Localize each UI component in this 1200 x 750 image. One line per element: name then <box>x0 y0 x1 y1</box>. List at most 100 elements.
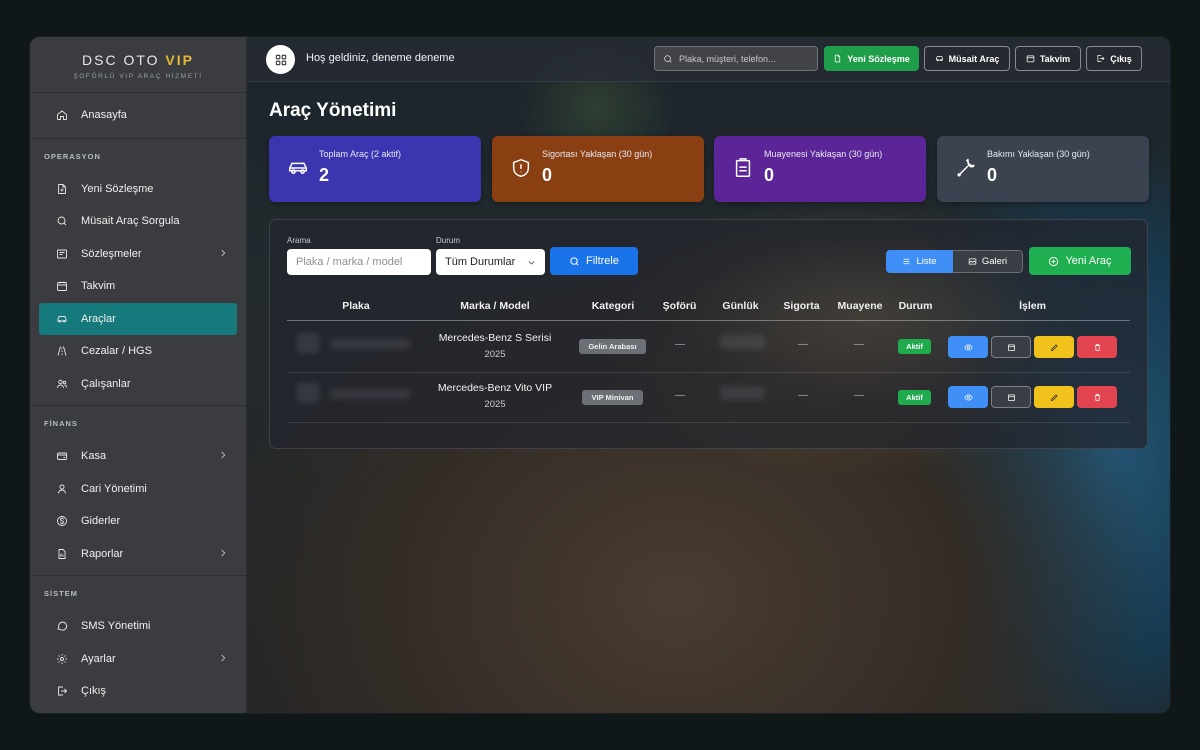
stat-value: 0 <box>987 165 998 185</box>
sidebar-item-sms[interactable]: SMS Yönetimi <box>39 610 237 643</box>
calendar-icon <box>56 280 68 292</box>
sidebar-item-employees[interactable]: Çalışanlar <box>39 368 237 401</box>
stat-card-inspection[interactable]: Muayenesi Yaklaşan (30 gün) 0 <box>714 136 926 202</box>
brand-title[interactable]: DSC OTO VIP <box>30 52 246 68</box>
column-header-model[interactable]: Marka / Model <box>430 300 560 312</box>
filter-button[interactable]: Filtrele <box>550 247 638 275</box>
grid-icon <box>275 54 286 65</box>
vehicle-panel: Arama Durum Tüm Durumlar Filtrele Liste … <box>269 219 1148 449</box>
calendar-button[interactable] <box>991 336 1031 358</box>
status-badge: Aktif <box>898 339 931 354</box>
category-badge: VIP Minivan <box>582 390 643 405</box>
eye-icon <box>963 343 973 351</box>
table-header-divider <box>287 320 1130 321</box>
brand-name: DSC OTO <box>82 52 160 68</box>
global-search[interactable] <box>654 46 818 71</box>
edit-button[interactable] <box>1034 336 1074 358</box>
column-header-actions[interactable]: İşlem <box>1005 300 1060 312</box>
page-title: Araç Yönetimi <box>269 100 397 121</box>
delete-button[interactable] <box>1077 386 1117 408</box>
search-icon <box>664 54 672 63</box>
vehicle-year: 2025 <box>484 349 506 360</box>
status-select[interactable]: Tüm Durumlar <box>436 249 545 275</box>
stat-card-total[interactable]: Toplam Araç (2 aktif) 2 <box>269 136 481 202</box>
stat-value: 0 <box>764 165 775 185</box>
global-search-input[interactable] <box>679 53 809 64</box>
file-plus-icon <box>56 183 68 195</box>
sidebar-item-label: Cari Yönetimi <box>81 482 147 495</box>
pencil-icon <box>1050 343 1058 351</box>
sidebar-item-home[interactable]: Anasayfa <box>39 99 237 132</box>
column-header-plate[interactable]: Plaka <box>326 300 386 312</box>
welcome-text: Hoş geldiniz, deneme deneme <box>306 52 455 64</box>
nav-section-finance: FİNANS Kasa Cari Yönetimi Giderler Rapor… <box>30 406 246 576</box>
available-vehicle-button[interactable]: Müsait Araç <box>924 46 1010 71</box>
sidebar-item-reports[interactable]: Raporlar <box>39 538 237 571</box>
calendar-button[interactable]: Takvim <box>1015 46 1081 71</box>
daily-rate-redacted <box>720 335 765 349</box>
sidebar-item-label: Takvim <box>81 280 116 293</box>
dollar-icon <box>56 515 68 527</box>
view-list-button[interactable]: Liste <box>886 250 953 273</box>
view-button[interactable] <box>948 336 988 358</box>
edit-button[interactable] <box>1034 386 1074 408</box>
daily-rate-redacted <box>720 386 765 400</box>
view-button[interactable] <box>948 386 988 408</box>
sidebar-item-label: Kasa <box>81 450 107 463</box>
nav-heading-finance: FİNANS <box>44 419 78 428</box>
driver-value: — <box>675 390 685 401</box>
chevron-right-icon <box>218 548 228 558</box>
sidebar-item-available-search[interactable]: Müsait Araç Sorgula <box>39 205 237 238</box>
logout-button[interactable]: Çıkış <box>1086 46 1142 71</box>
nav-section-home: Anasayfa <box>30 93 246 139</box>
chevron-right-icon <box>218 450 228 460</box>
vehicle-search-input[interactable] <box>287 249 431 275</box>
brand: DSC OTO VIP ŞOFÖRLÜ VIP ARAÇ HİZMETİ <box>30 37 246 93</box>
stat-card-maintenance[interactable]: Bakımı Yaklaşan (30 gün) 0 <box>937 136 1149 202</box>
menu-toggle-button[interactable] <box>266 45 295 74</box>
stat-label: Toplam Araç (2 aktif) <box>319 149 402 159</box>
view-toggle: Liste Galeri <box>886 250 1023 273</box>
column-header-inspection[interactable]: Muayene <box>830 300 890 312</box>
inspection-value: — <box>854 339 864 350</box>
sidebar-item-accounts[interactable]: Cari Yönetimi <box>39 473 237 506</box>
column-header-daily[interactable]: Günlük <box>713 300 768 312</box>
column-header-category[interactable]: Kategori <box>583 300 643 312</box>
wallet-icon <box>56 450 68 462</box>
sidebar-item-cash[interactable]: Kasa <box>39 440 237 473</box>
road-icon <box>56 345 68 357</box>
sidebar-item-vehicles[interactable]: Araçlar <box>39 302 237 335</box>
app-window: DSC OTO VIP ŞOFÖRLÜ VIP ARAÇ HİZMETİ Ana… <box>30 37 1170 713</box>
sidebar-item-expenses[interactable]: Giderler <box>39 505 237 538</box>
status-select-value: Tüm Durumlar <box>445 256 516 268</box>
view-gallery-button[interactable]: Galeri <box>953 250 1023 273</box>
sidebar-item-label: SMS Yönetimi <box>81 620 151 633</box>
column-header-insurance[interactable]: Sigorta <box>774 300 829 312</box>
wrench-icon <box>955 157 977 179</box>
sidebar-item-calendar[interactable]: Takvim <box>39 270 237 303</box>
sidebar-item-contracts[interactable]: Sözleşmeler <box>39 238 237 271</box>
image-icon <box>968 258 977 265</box>
sidebar-item-fines[interactable]: Cezalar / HGS <box>39 335 237 368</box>
calendar-button[interactable] <box>991 386 1031 408</box>
column-header-status[interactable]: Durum <box>888 300 943 312</box>
new-contract-button[interactable]: Yeni Sözleşme <box>824 46 919 71</box>
sidebar-item-label: Ayarlar <box>81 652 116 665</box>
sidebar-item-settings[interactable]: Ayarlar <box>39 643 237 676</box>
sidebar-item-label: Araçlar <box>81 312 116 325</box>
vehicle-thumbnail <box>297 383 319 403</box>
sidebar-item-label: Anasayfa <box>81 109 127 122</box>
car-icon <box>935 56 943 62</box>
delete-button[interactable] <box>1077 336 1117 358</box>
available-vehicle-label: Müsait Araç <box>948 53 1000 64</box>
column-header-driver[interactable]: Şoförü <box>652 300 707 312</box>
new-vehicle-button[interactable]: Yeni Araç <box>1029 247 1131 275</box>
insurance-value: — <box>798 339 808 350</box>
main-content: Hoş geldiniz, deneme deneme Yeni Sözleşm… <box>247 37 1170 713</box>
sidebar-item-logout[interactable]: Çıkış <box>39 675 237 708</box>
sidebar-item-label: Çalışanlar <box>81 377 131 390</box>
logout-icon <box>1097 55 1105 62</box>
sidebar-item-new-contract[interactable]: Yeni Sözleşme <box>39 173 237 206</box>
status-label: Durum <box>436 236 461 245</box>
stat-card-insurance[interactable]: Sigortası Yaklaşan (30 gün) 0 <box>492 136 704 202</box>
